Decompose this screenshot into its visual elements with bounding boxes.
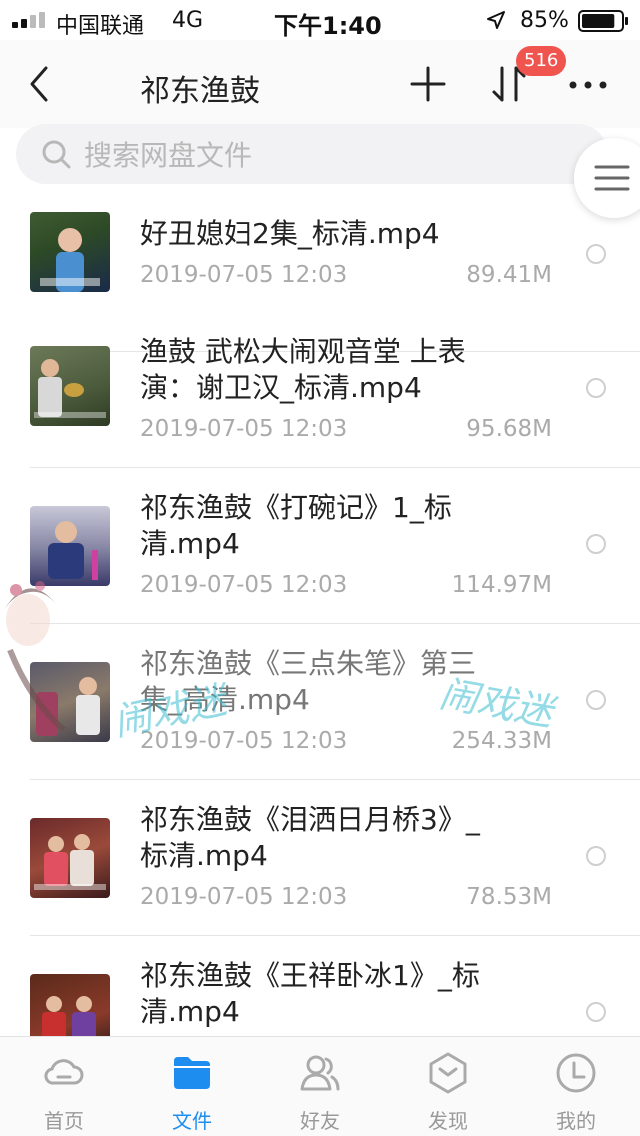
tab-label: 文件 <box>172 1109 212 1133</box>
tab-label: 好友 <box>300 1109 340 1133</box>
file-date: 2019-07-05 12:03 <box>140 262 348 288</box>
tab-label: 首页 <box>44 1109 84 1133</box>
file-name: 好丑媳妇2集_标清.mp4 <box>140 217 440 250</box>
navigation-bar: 祁东渔鼓 516 <box>0 40 640 128</box>
file-date: 2019-07-05 12:03 <box>140 416 348 442</box>
tab-files[interactable]: 文件 <box>128 1037 256 1136</box>
cloud-icon <box>44 1059 84 1085</box>
tab-discover[interactable]: 发现 <box>384 1037 512 1136</box>
profile-icon <box>556 1053 596 1093</box>
tab-label: 我的 <box>556 1109 596 1133</box>
more-dots-icon[interactable] <box>568 80 608 90</box>
tab-home[interactable]: 首页 <box>0 1037 128 1136</box>
friends-icon <box>300 1055 340 1091</box>
location-icon <box>487 11 505 29</box>
video-thumbnail <box>30 818 110 898</box>
select-radio[interactable] <box>586 846 606 866</box>
file-list: 好丑媳妇2集_标清.mp4 2019-07-05 12:03 89.41M 渔鼓… <box>0 196 640 1036</box>
page-title: 祁东渔鼓 <box>140 74 260 109</box>
file-name: 祁东渔鼓《泪洒日月桥3》_标清.mp4 <box>140 803 480 872</box>
video-thumbnail <box>30 346 110 426</box>
file-date: 2019-07-05 12:03 <box>140 572 348 598</box>
select-radio[interactable] <box>586 534 606 554</box>
clock: 下午1:40 <box>274 12 382 40</box>
video-thumbnail <box>30 974 110 1036</box>
file-date: 2019-07-05 12:03 <box>140 884 348 910</box>
search-placeholder: 搜索网盘文件 <box>84 139 253 172</box>
file-row[interactable]: 祁东渔鼓《王祥卧冰1》_标清.mp4 <box>0 936 640 1036</box>
battery-percent: 85% <box>520 8 569 33</box>
file-size: 89.41M <box>466 262 552 288</box>
plus-icon[interactable] <box>408 64 448 104</box>
network-type: 4G <box>172 8 204 33</box>
notification-badge: 516 <box>516 46 567 76</box>
tab-friends[interactable]: 好友 <box>256 1037 384 1136</box>
tab-label: 发现 <box>428 1109 468 1133</box>
file-name: 祁东渔鼓《王祥卧冰1》_标清.mp4 <box>140 959 480 1028</box>
select-radio[interactable] <box>586 378 606 398</box>
video-thumbnail <box>30 212 110 292</box>
chevron-left-icon[interactable] <box>24 64 56 104</box>
search-icon <box>42 140 71 169</box>
carrier-name: 中国联通 <box>56 14 145 39</box>
file-name: 渔鼓 武松大闹观音堂 上表演：谢卫汉_标清.mp4 <box>140 335 466 404</box>
file-row[interactable]: 渔鼓 武松大闹观音堂 上表演：谢卫汉_标清.mp4 2019-07-05 12:… <box>0 312 640 468</box>
folder-icon <box>174 1057 210 1089</box>
hamburger-icon <box>594 165 630 191</box>
signal-icon <box>12 12 45 28</box>
search-bar[interactable]: 搜索网盘文件 <box>16 124 608 184</box>
opera-figure-watermark <box>4 581 66 733</box>
file-name: 祁东渔鼓《打碗记》1_标清.mp4 <box>140 491 452 560</box>
file-size: 95.68M <box>466 416 552 442</box>
file-size: 114.97M <box>451 572 552 598</box>
file-size: 78.53M <box>466 884 552 910</box>
tab-bar: 首页 文件 好友 发现 我的 <box>0 1036 640 1136</box>
select-radio[interactable] <box>586 244 606 264</box>
file-row[interactable]: 祁东渔鼓《泪洒日月桥3》_标清.mp4 2019-07-05 12:03 78.… <box>0 780 640 936</box>
status-bar: 中国联通 4G 下午1:40 85% <box>0 0 640 40</box>
select-radio[interactable] <box>586 1002 606 1022</box>
select-radio[interactable] <box>586 690 606 710</box>
tab-profile[interactable]: 我的 <box>512 1037 640 1136</box>
discover-icon <box>429 1052 467 1094</box>
battery-icon <box>578 10 628 32</box>
file-row[interactable]: 祁东渔鼓《打碗记》1_标清.mp4 2019-07-05 12:03 114.9… <box>0 468 640 624</box>
